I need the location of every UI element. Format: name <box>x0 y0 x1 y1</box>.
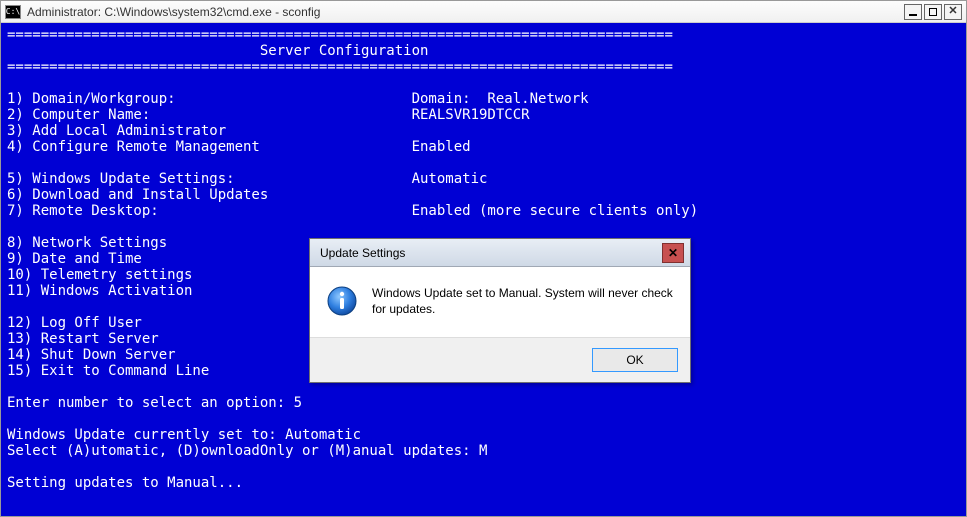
menu-row: 1) Domain/Workgroup: Domain: Real.Networ… <box>7 91 589 107</box>
dialog-titlebar[interactable]: Update Settings ✕ <box>310 239 690 267</box>
close-icon: ✕ <box>948 6 957 17</box>
prompt-input: 5 <box>294 395 302 411</box>
cmd-app-icon: C:\ <box>5 5 21 19</box>
menu-row: 5) Windows Update Settings: Automatic <box>7 171 487 187</box>
menu-row: 4) Configure Remote Management Enabled <box>7 139 471 155</box>
status-line: Setting updates to Manual... <box>7 475 243 491</box>
dialog-close-button[interactable]: ✕ <box>662 243 684 263</box>
dialog-message: Windows Update set to Manual. System wil… <box>372 285 674 317</box>
maximize-button[interactable] <box>924 4 942 20</box>
window-titlebar[interactable]: C:\ Administrator: C:\Windows\system32\c… <box>1 1 966 23</box>
maximize-icon <box>929 8 937 16</box>
menu-row: 6) Download and Install Updates <box>7 187 412 203</box>
mode-prompt-label: Select (A)utomatic, (D)ownloadOnly or (M… <box>7 443 479 459</box>
rule-line: ========================================… <box>7 27 673 43</box>
dialog-footer: OK <box>310 338 690 382</box>
ok-button[interactable]: OK <box>592 348 678 372</box>
dialog-body: Windows Update set to Manual. System wil… <box>310 267 690 338</box>
mode-prompt-input: M <box>479 443 487 459</box>
window-title: Administrator: C:\Windows\system32\cmd.e… <box>27 5 904 19</box>
minimize-button[interactable] <box>904 4 922 20</box>
close-icon: ✕ <box>668 246 678 260</box>
info-icon <box>326 285 358 317</box>
rule-line: ========================================… <box>7 59 673 75</box>
menu-row: 2) Computer Name: REALSVR19DTCCR <box>7 107 530 123</box>
window-controls: ✕ <box>904 4 962 20</box>
header-line: Server Configuration <box>7 43 428 59</box>
dialog-title: Update Settings <box>320 246 662 260</box>
prompt-label: Enter number to select an option: <box>7 395 294 411</box>
menu-row: 7) Remote Desktop: Enabled (more secure … <box>7 203 698 219</box>
close-button[interactable]: ✕ <box>944 4 962 20</box>
minimize-icon <box>909 14 917 16</box>
menu-row: 3) Add Local Administrator <box>7 123 412 139</box>
update-settings-dialog: Update Settings ✕ Windows Update set to … <box>309 238 691 383</box>
status-line: Windows Update currently set to: Automat… <box>7 427 361 443</box>
